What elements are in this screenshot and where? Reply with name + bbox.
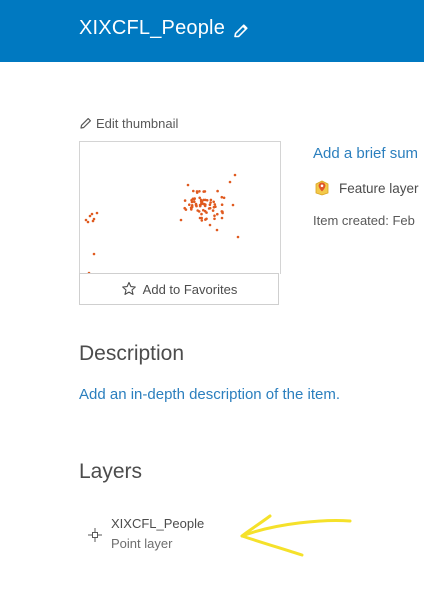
map-point — [92, 252, 96, 256]
annotation-arrow — [240, 514, 352, 557]
page-header: XIXCFL_People — [0, 0, 424, 62]
favorites-label: Add to Favorites — [142, 281, 238, 297]
map-point — [216, 212, 219, 216]
map-point — [216, 189, 219, 193]
map-point — [220, 203, 224, 206]
map-point — [90, 212, 94, 216]
map-point — [88, 214, 92, 218]
layer-name: XIXCFL_People — [111, 516, 205, 531]
map-point — [212, 205, 216, 209]
map-point — [221, 211, 224, 215]
add-to-favorites-button[interactable]: Add to Favorites — [79, 273, 279, 305]
map-point — [193, 200, 196, 203]
map-point — [236, 235, 240, 239]
map-point — [213, 217, 216, 221]
point-layer-icon — [88, 528, 102, 542]
map-point — [200, 212, 203, 216]
add-description-link[interactable]: Add an in-depth description of the item. — [79, 386, 340, 403]
map-point — [198, 190, 201, 193]
layer-type: Point layer — [111, 536, 173, 551]
map-point — [202, 190, 205, 193]
pencil-icon[interactable] — [232, 22, 250, 40]
map-point — [228, 180, 232, 184]
map-point — [192, 189, 195, 193]
map-point — [186, 183, 190, 187]
map-point — [209, 201, 212, 204]
item-type-label: Feature layer — [339, 181, 419, 196]
map-point — [200, 219, 204, 222]
map-point — [208, 203, 212, 206]
map-point — [212, 200, 215, 204]
map-point — [198, 196, 201, 200]
map-point — [183, 206, 186, 210]
add-summary-link[interactable]: Add a brief sum — [313, 145, 418, 162]
item-created: Item created: Feb — [313, 213, 415, 228]
item-thumbnail — [79, 141, 281, 274]
map-point — [231, 203, 235, 207]
map-point — [215, 228, 219, 232]
map-point — [202, 202, 206, 206]
description-heading: Description — [79, 342, 185, 365]
map-point — [183, 199, 187, 202]
map-point — [188, 203, 191, 206]
map-point — [84, 218, 88, 222]
page-title: XIXCFL_People — [79, 17, 226, 39]
star-icon — [121, 281, 136, 295]
map-point — [197, 210, 201, 213]
map-point — [205, 217, 208, 221]
map-point — [220, 195, 224, 199]
pencil-icon — [80, 118, 91, 129]
map-point — [190, 204, 194, 207]
map-point — [213, 203, 217, 206]
map-point — [207, 207, 211, 210]
map-point — [211, 209, 215, 212]
map-point — [222, 196, 226, 200]
map-point — [203, 209, 207, 213]
edit-thumbnail-label: Edit thumbnail — [96, 116, 179, 131]
map-point — [86, 220, 90, 224]
map-point — [209, 198, 213, 202]
map-point — [91, 219, 95, 223]
map-point — [179, 218, 183, 222]
map-point — [204, 198, 207, 202]
thumbnail-map — [84, 173, 240, 274]
map-point — [233, 173, 237, 177]
map-point — [213, 214, 216, 217]
edit-thumbnail-link[interactable]: Edit thumbnail — [79, 116, 178, 131]
map-point — [195, 190, 199, 193]
map-point — [208, 223, 212, 227]
map-point — [199, 200, 203, 204]
map-point — [200, 216, 203, 220]
map-point — [198, 204, 202, 208]
feature-layer-icon — [315, 180, 329, 196]
map-point — [190, 200, 194, 204]
map-point — [220, 216, 224, 220]
item-type: Feature layer — [313, 178, 419, 196]
map-point — [95, 211, 99, 215]
layers-heading: Layers — [79, 460, 143, 483]
map-point — [191, 197, 195, 201]
map-point — [194, 203, 198, 207]
